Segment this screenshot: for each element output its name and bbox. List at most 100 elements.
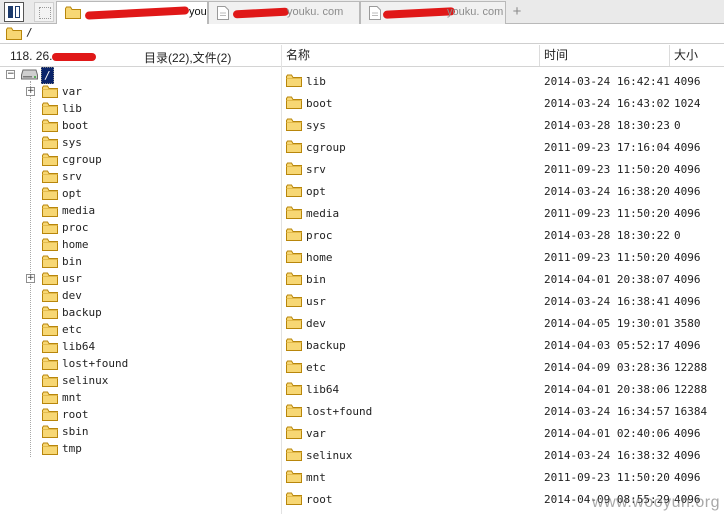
folder-icon xyxy=(286,118,302,134)
file-row[interactable]: bin 2014-04-01 20:38:07 4096 xyxy=(282,268,724,290)
folder-icon xyxy=(286,184,302,200)
tree-item-label: lib64 xyxy=(62,340,96,353)
file-row[interactable]: cgroup 2011-09-23 17:16:04 4096 xyxy=(282,136,724,158)
file-row[interactable]: mnt 2011-09-23 11:50:20 4096 xyxy=(282,466,724,488)
view-toggle-icon[interactable] xyxy=(34,2,54,22)
path-bar[interactable]: / xyxy=(0,24,724,44)
tree-item[interactable]: selinux xyxy=(0,373,282,390)
left-panel-header: 118. 26. 目录(22),文件(2) xyxy=(0,45,282,67)
file-time: 2014-03-24 16:34:57 xyxy=(544,405,670,418)
file-row[interactable]: selinux 2014-03-24 16:38:32 4096 xyxy=(282,444,724,466)
tree-item[interactable]: lib64 xyxy=(0,339,282,356)
folder-icon xyxy=(286,272,302,288)
tree-item[interactable]: backup xyxy=(0,305,282,322)
tree-item-label: home xyxy=(62,238,89,251)
plus-box-icon[interactable]: + xyxy=(26,274,35,283)
folder-icon xyxy=(286,228,302,244)
redaction-mark xyxy=(382,7,456,19)
tree-item[interactable]: lib xyxy=(0,101,282,118)
tree-item[interactable]: + var xyxy=(0,84,282,101)
file-size: 0 xyxy=(674,119,681,132)
tab-bar: youku. com youku. com youku. com + xyxy=(0,0,724,25)
file-row[interactable]: lost+found 2014-03-24 16:34:57 16384 xyxy=(282,400,724,422)
tree-item[interactable]: home xyxy=(0,237,282,254)
tab-3-label: youku. com xyxy=(447,6,504,18)
new-tab-button[interactable]: + xyxy=(510,2,524,22)
redaction-mark xyxy=(84,6,190,20)
file-name: root xyxy=(306,493,333,506)
current-path: / xyxy=(26,26,33,39)
panel-toggle-icon[interactable] xyxy=(4,2,24,22)
tree-item[interactable]: bin xyxy=(0,254,282,271)
file-name: srv xyxy=(306,163,326,176)
page-icon xyxy=(369,6,381,24)
column-size-header[interactable]: 大小 xyxy=(670,45,724,66)
tree-item[interactable]: sys xyxy=(0,135,282,152)
tab-1[interactable]: youku. com xyxy=(56,1,208,25)
tree-root[interactable]: − / xyxy=(0,67,282,84)
file-row[interactable]: backup 2014-04-03 05:52:17 4096 xyxy=(282,334,724,356)
file-row[interactable]: media 2011-09-23 11:50:20 4096 xyxy=(282,202,724,224)
tree-item[interactable]: cgroup xyxy=(0,152,282,169)
file-name: sys xyxy=(306,119,326,132)
tree-item-label: dev xyxy=(62,289,82,302)
file-row[interactable]: sys 2014-03-28 18:30:23 0 xyxy=(282,114,724,136)
file-name: cgroup xyxy=(306,141,346,154)
tree-item[interactable]: media xyxy=(0,203,282,220)
column-time-header[interactable]: 时间 xyxy=(540,45,670,66)
folder-icon xyxy=(286,470,302,486)
tree-item-label: selinux xyxy=(62,374,109,387)
tree-item-label: srv xyxy=(62,170,82,183)
tree-item[interactable]: proc xyxy=(0,220,282,237)
tree-item[interactable]: mnt xyxy=(0,390,282,407)
folder-icon xyxy=(286,162,302,178)
tab-2[interactable]: youku. com xyxy=(208,1,360,24)
file-row[interactable]: home 2011-09-23 11:50:20 4096 xyxy=(282,246,724,268)
folder-icon xyxy=(42,425,58,441)
folder-icon xyxy=(286,492,302,508)
tree-item[interactable]: etc xyxy=(0,322,282,339)
file-time: 2014-04-09 03:28:36 xyxy=(544,361,670,374)
folder-icon xyxy=(42,255,58,271)
tree-item[interactable]: dev xyxy=(0,288,282,305)
file-row[interactable]: etc 2014-04-09 03:28:36 12288 xyxy=(282,356,724,378)
folder-icon xyxy=(42,153,58,169)
file-row[interactable]: lib 2014-03-24 16:42:41 4096 xyxy=(282,70,724,92)
column-name-header[interactable]: 名称 xyxy=(282,45,540,66)
file-row[interactable]: lib64 2014-04-01 20:38:06 12288 xyxy=(282,378,724,400)
tree-item[interactable]: boot xyxy=(0,118,282,135)
tree-item[interactable]: root xyxy=(0,407,282,424)
tree-item-label: root xyxy=(62,408,89,421)
tree-item[interactable]: lost+found xyxy=(0,356,282,373)
file-size: 4096 xyxy=(674,185,701,198)
file-row[interactable]: boot 2014-03-24 16:43:02 1024 xyxy=(282,92,724,114)
tree-item[interactable]: + usr xyxy=(0,271,282,288)
file-row[interactable]: var 2014-04-01 02:40:06 4096 xyxy=(282,422,724,444)
folder-icon xyxy=(42,187,58,203)
folder-icon xyxy=(42,289,58,305)
file-size: 4096 xyxy=(674,75,701,88)
file-row[interactable]: srv 2011-09-23 11:50:20 4096 xyxy=(282,158,724,180)
folder-icon xyxy=(286,404,302,420)
tree-item-label: mnt xyxy=(62,391,82,404)
tree-item[interactable]: srv xyxy=(0,169,282,186)
folder-icon xyxy=(286,206,302,222)
minus-box-icon[interactable]: − xyxy=(6,70,15,79)
file-row[interactable]: proc 2014-03-28 18:30:22 0 xyxy=(282,224,724,246)
tree-item[interactable]: opt xyxy=(0,186,282,203)
file-row[interactable]: opt 2014-03-24 16:38:20 4096 xyxy=(282,180,724,202)
file-name: mnt xyxy=(306,471,326,484)
file-row[interactable]: usr 2014-03-24 16:38:41 4096 xyxy=(282,290,724,312)
tree-item[interactable]: sbin xyxy=(0,424,282,441)
file-size: 4096 xyxy=(674,273,701,286)
tab-3[interactable]: youku. com xyxy=(360,1,506,24)
tree-item[interactable]: tmp xyxy=(0,441,282,458)
file-name: etc xyxy=(306,361,326,374)
folder-icon xyxy=(286,360,302,376)
file-name: lib xyxy=(306,75,326,88)
plus-box-icon[interactable]: + xyxy=(26,87,35,96)
file-time: 2011-09-23 11:50:20 xyxy=(544,207,670,220)
file-size: 4096 xyxy=(674,163,701,176)
file-row[interactable]: dev 2014-04-05 19:30:01 3580 xyxy=(282,312,724,334)
tree-item-label: lost+found xyxy=(62,357,129,370)
